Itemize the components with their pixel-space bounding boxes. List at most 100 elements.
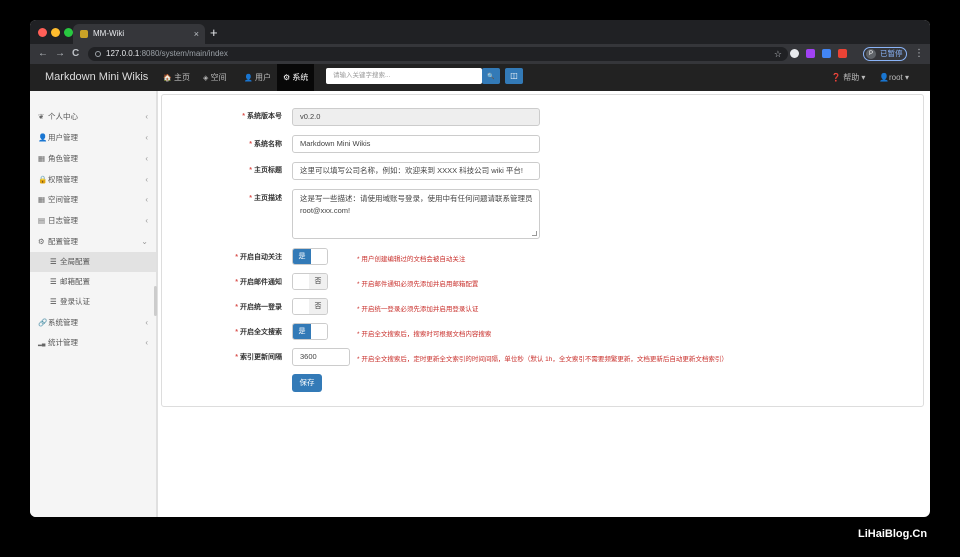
nav-space[interactable]: ◈ 空间 bbox=[197, 64, 233, 91]
user-menu[interactable]: 👤root ▾ bbox=[873, 64, 915, 91]
mail-notify-toggle[interactable]: 否 bbox=[292, 273, 328, 290]
field-label: 开启邮件通知 bbox=[240, 279, 282, 286]
search-button[interactable]: 🔍 bbox=[482, 68, 500, 84]
chevron-down-icon: ⌄ bbox=[141, 237, 148, 246]
interval-hint: * 开启全文搜索后，定时更新全文索引的时间间隔，单位秒（默认 1h，全文索引不需… bbox=[357, 356, 728, 363]
app-navbar: Markdown Mini Wikis 🏠 主页 ◈ 空间 👤 用户 ⚙ 系统 … bbox=[30, 64, 930, 91]
required-mark: * bbox=[235, 279, 238, 286]
info-icon[interactable] bbox=[95, 51, 101, 57]
sidebar-item-system[interactable]: 🔗系统管理 ‹ bbox=[30, 313, 156, 333]
chevron-left-icon: ‹ bbox=[145, 112, 148, 121]
nav-user[interactable]: 👤 用户 bbox=[238, 64, 277, 91]
auto-follow-toggle[interactable]: 是 bbox=[292, 248, 328, 265]
maximize-window-icon[interactable] bbox=[64, 28, 73, 37]
required-mark: * bbox=[235, 304, 238, 311]
sso-label: * 开启统一登录 bbox=[162, 302, 282, 312]
tab-close-icon[interactable]: × bbox=[194, 24, 199, 44]
sso-toggle[interactable]: 否 bbox=[292, 298, 328, 315]
nav-label: 系统 bbox=[292, 73, 309, 82]
browser-menu-icon[interactable]: ⋮ bbox=[914, 47, 924, 61]
sidebar-item-profile[interactable]: ❦ 个人中心 ‹ bbox=[30, 107, 156, 127]
tab-title: MM-Wiki bbox=[93, 29, 125, 38]
profile-label: 已暂停 bbox=[880, 49, 903, 58]
toggle-state: 否 bbox=[309, 299, 327, 314]
fulltext-hint: * 开启全文搜索后，搜索时可根据文档内容搜索 bbox=[357, 331, 492, 338]
url-path: :8080/system/main/index bbox=[139, 49, 228, 58]
nav-home[interactable]: 🏠 主页 bbox=[157, 64, 196, 91]
extension-icon[interactable] bbox=[822, 49, 831, 58]
leaf-icon: ❦ bbox=[38, 112, 45, 121]
sidebar-item-label: 空间管理 bbox=[48, 195, 78, 204]
required-mark: * bbox=[249, 141, 252, 148]
sidebar-scrollbar[interactable] bbox=[154, 286, 157, 316]
close-window-icon[interactable] bbox=[38, 28, 47, 37]
address-bar[interactable]: 127.0.0.1:8080/system/main/index ☆ bbox=[88, 47, 788, 61]
list-icon: ☰ bbox=[50, 277, 57, 286]
user-icon: 👤 bbox=[244, 75, 253, 82]
resize-handle-icon[interactable] bbox=[532, 231, 537, 236]
required-mark: * bbox=[242, 113, 245, 120]
bookmark-star-icon[interactable]: ☆ bbox=[774, 47, 782, 61]
home-description-textarea[interactable]: 这是写一些描述：请使用域账号登录，使用中有任何问题请联系管理员 root@xxx… bbox=[292, 189, 540, 239]
layout-icon: ◫ bbox=[510, 71, 518, 80]
sidebar-item-stats[interactable]: ▂▄ 统计管理 ‹ bbox=[30, 333, 156, 353]
home-title-field[interactable]: 这里可以填写公司名称，例如：欢迎来到 XXXX 科技公司 wiki 平台! bbox=[292, 162, 540, 180]
save-button[interactable]: 保存 bbox=[292, 374, 322, 392]
sidebar-item-mail-config[interactable]: ☰ 邮箱配置 bbox=[30, 272, 156, 292]
sidebar-item-label: 权限管理 bbox=[48, 175, 78, 184]
user-label: root ▾ bbox=[888, 73, 909, 82]
layout-button[interactable]: ◫ bbox=[505, 68, 523, 84]
gear-icon: ⚙ bbox=[38, 237, 45, 246]
extension-icon[interactable] bbox=[790, 49, 799, 58]
browser-tab[interactable]: MM-Wiki × bbox=[73, 24, 205, 44]
desc-label: * 主页描述 bbox=[162, 193, 282, 203]
sidebar-item-label: 统计管理 bbox=[48, 338, 78, 347]
auto-follow-hint: * 用户创建编辑过的文档会被自动关注 bbox=[357, 256, 466, 263]
extension-icon[interactable] bbox=[838, 49, 847, 58]
favicon-icon bbox=[80, 30, 88, 38]
sidebar-item-config[interactable]: ⚙ 配置管理 ⌄ bbox=[30, 232, 156, 252]
sidebar-item-label: 日志管理 bbox=[48, 216, 78, 225]
toggle-state: 是 bbox=[293, 249, 311, 264]
gear-icon: ⚙ bbox=[283, 73, 291, 82]
browser-window: MM-Wiki × + ← → C 127.0.0.1:8080/system/… bbox=[30, 20, 930, 517]
index-interval-input[interactable]: 3600 bbox=[292, 348, 350, 366]
forward-button[interactable]: → bbox=[55, 47, 65, 61]
sidebar-item-roles[interactable]: ▦ 角色管理 ‹ bbox=[30, 149, 156, 169]
field-label: 主页标题 bbox=[254, 167, 282, 174]
list-icon: ☰ bbox=[50, 257, 57, 266]
field-label: 索引更新间隔 bbox=[240, 354, 282, 361]
user-icon: 👤 bbox=[38, 133, 48, 142]
help-menu[interactable]: ❓ 帮助 ▾ bbox=[825, 64, 871, 91]
sidebar-item-login-auth[interactable]: ☰ 登录认证 bbox=[30, 292, 156, 312]
sidebar: ❦ 个人中心 ‹ 👤用户管理 ‹ ▦ 角色管理 ‹ 🔒权限管理 ‹ ▦ 空间管理 ‹ ▤ 日志管理… bbox=[30, 91, 158, 517]
required-mark: * bbox=[235, 254, 238, 261]
sidebar-item-spaces[interactable]: ▦ 空间管理 ‹ bbox=[30, 190, 156, 210]
browser-toolbar: ← → C 127.0.0.1:8080/system/main/index ☆… bbox=[30, 44, 930, 64]
sidebar-item-global-config[interactable]: ☰ 全局配置 bbox=[30, 252, 156, 272]
search-input[interactable]: 请输入关键字搜索... bbox=[326, 68, 482, 84]
minimize-window-icon[interactable] bbox=[51, 28, 60, 37]
sidebar-item-users[interactable]: 👤用户管理 ‹ bbox=[30, 128, 156, 148]
chevron-left-icon: ‹ bbox=[145, 216, 148, 225]
profile-button[interactable]: P 已暂停 bbox=[863, 47, 907, 61]
extension-icon[interactable] bbox=[806, 49, 815, 58]
nav-system[interactable]: ⚙ 系统 bbox=[277, 64, 315, 91]
chevron-left-icon: ‹ bbox=[145, 318, 148, 327]
user-icon: 👤 bbox=[879, 73, 889, 82]
toggle-state: 是 bbox=[293, 324, 311, 339]
new-tab-button[interactable]: + bbox=[210, 24, 218, 42]
grid-icon: ▦ bbox=[38, 154, 46, 163]
sidebar-item-permissions[interactable]: 🔒权限管理 ‹ bbox=[30, 170, 156, 190]
toggle-state: 否 bbox=[309, 274, 327, 289]
back-button[interactable]: ← bbox=[38, 47, 48, 61]
interval-label: * 索引更新间隔 bbox=[162, 352, 282, 362]
grid-icon: ▦ bbox=[38, 195, 46, 204]
sidebar-item-logs[interactable]: ▤ 日志管理 ‹ bbox=[30, 211, 156, 231]
fulltext-toggle[interactable]: 是 bbox=[292, 323, 328, 340]
fulltext-label: * 开启全文搜索 bbox=[162, 327, 282, 337]
system-name-field[interactable]: Markdown Mini Wikis bbox=[292, 135, 540, 153]
reload-button[interactable]: C bbox=[72, 47, 79, 61]
brand-title[interactable]: Markdown Mini Wikis bbox=[45, 64, 148, 91]
chevron-left-icon: ‹ bbox=[145, 154, 148, 163]
